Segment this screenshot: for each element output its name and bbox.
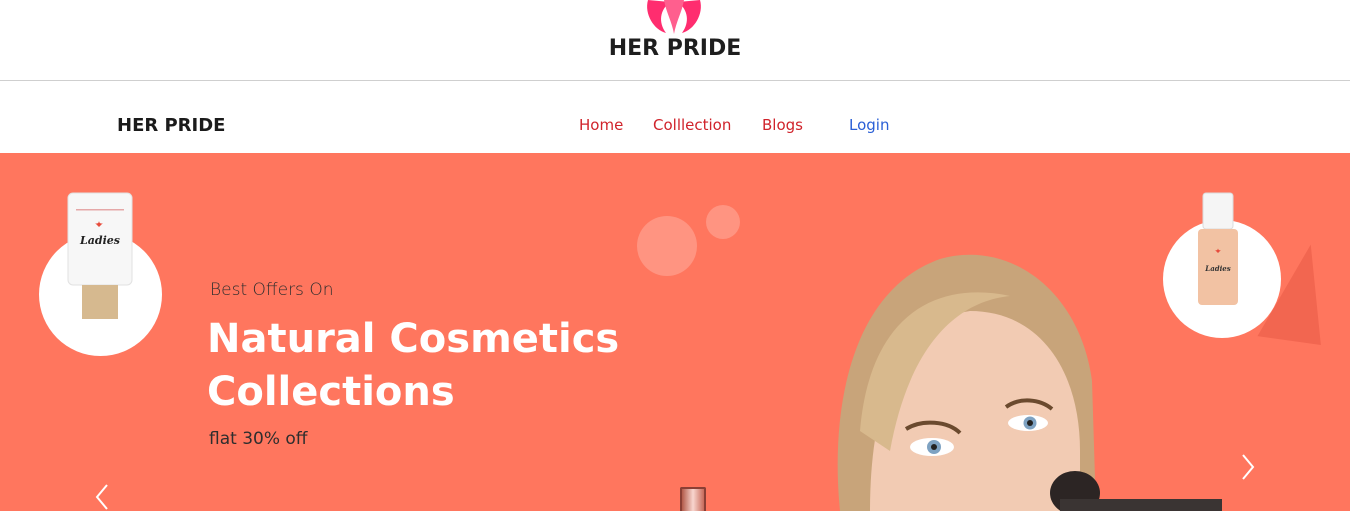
nav-link-collection[interactable]: Colllection xyxy=(653,116,731,134)
chevron-right-icon[interactable] xyxy=(1240,453,1256,481)
hero-eyebrow: Best Offers On xyxy=(210,280,334,300)
hero-headline: Natural Cosmetics Collections xyxy=(207,316,620,415)
nav-link-blogs[interactable]: Blogs xyxy=(762,116,803,134)
decorative-bubble xyxy=(637,216,697,276)
nav-link-home[interactable]: Home xyxy=(579,116,623,134)
decorative-bubble xyxy=(706,205,740,239)
hero-banner: Ladies Ladies Best Offers On Natural Cos… xyxy=(0,153,1350,511)
product-label-left: Ladies xyxy=(79,234,120,247)
product-label-right: Ladies xyxy=(1204,264,1230,273)
logo-bar: HER PRIDE xyxy=(0,0,1350,81)
nav-link-login[interactable]: Login xyxy=(849,116,889,134)
foundation-bottle-image: Ladies xyxy=(1198,192,1238,305)
hero-subline: flat 30% off xyxy=(209,429,308,449)
woman-profile-logo-icon[interactable] xyxy=(644,0,704,40)
logo-text[interactable]: HER PRIDE xyxy=(600,36,750,61)
model-portrait-image xyxy=(837,254,1100,511)
product-stand-image xyxy=(680,487,706,511)
decorative-dark-panel xyxy=(1060,499,1222,511)
brand-name[interactable]: HER PRIDE xyxy=(117,115,225,136)
chevron-left-icon[interactable] xyxy=(94,483,110,511)
lotion-tube-image: Ladies xyxy=(67,192,133,319)
navbar: HER PRIDE Home Colllection Blogs Login xyxy=(0,81,1350,153)
